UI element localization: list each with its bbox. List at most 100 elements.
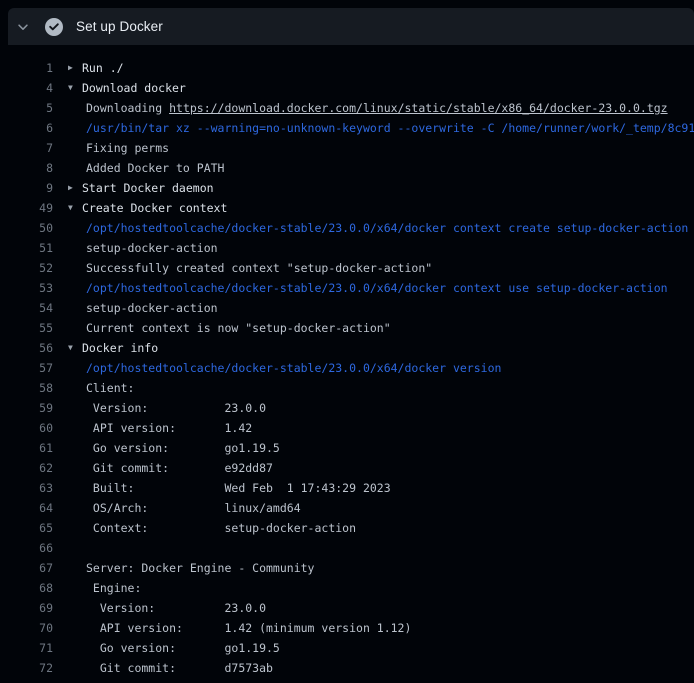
gutter-spacer [68,238,82,258]
line-number[interactable]: 72 [0,658,53,678]
line-number[interactable]: 66 [0,538,53,558]
log-text: OS/Arch: linux/amd64 [82,498,301,518]
line-number[interactable]: 70 [0,618,53,638]
group-expanded-icon[interactable]: ▼ [68,198,82,218]
log-line: 5 Downloading https://download.docker.com… [0,98,694,118]
group-expanded-icon[interactable]: ▼ [68,78,82,98]
log-group-row[interactable]: 56 ▼Docker info [0,338,694,358]
line-number[interactable]: 4 [0,78,53,98]
line-number[interactable]: 51 [0,238,53,258]
log-line: 51setup-docker-action [0,238,694,258]
line-number[interactable]: 65 [0,518,53,538]
line-number[interactable]: 1 [0,58,53,78]
log-text: Go version: go1.19.5 [82,638,280,658]
line-number[interactable]: 53 [0,278,53,298]
line-number[interactable]: 9 [0,178,53,198]
gutter-spacer [68,658,82,678]
log-group-row[interactable]: 9 ▶Start Docker daemon [0,178,694,198]
log-group-row[interactable]: 1 ▶Run ./ [0,58,694,78]
log-line: 52 Successfully created context "setup-do… [0,258,694,278]
log-group-row[interactable]: 4 ▼Download docker [0,78,694,98]
group-title[interactable]: Docker info [82,338,158,358]
line-number[interactable]: 5 [0,98,53,118]
line-number[interactable]: 8 [0,158,53,178]
line-number[interactable]: 63 [0,478,53,498]
line-number[interactable]: 59 [0,398,53,418]
log-line: 59 Version: 23.0.0 [0,398,694,418]
line-number[interactable]: 64 [0,498,53,518]
group-expanded-icon[interactable]: ▼ [68,338,82,358]
gutter-spacer [68,498,82,518]
gutter-spacer [68,418,82,438]
step-title: Set up Docker [76,19,163,34]
gutter-spacer [68,618,82,638]
log-text [82,538,86,558]
gutter-spacer [68,118,82,138]
gutter-spacer [68,158,82,178]
line-number[interactable]: 56 [0,338,53,358]
line-number[interactable]: 57 [0,358,53,378]
log-text: Engine: [82,578,141,598]
command-text: /opt/hostedtoolcache/docker-stable/23.0.… [82,278,668,298]
log-text: Added Docker to PATH [82,158,224,178]
gutter-spacer [68,258,82,278]
log-line: 65 Context: setup-docker-action [0,518,694,538]
group-collapsed-icon[interactable]: ▶ [68,58,82,78]
actions-log-viewer: Set up Docker 1▶Run ./4▼Download docker5… [0,0,694,683]
log-group-row[interactable]: 49 ▼Create Docker context [0,198,694,218]
line-number[interactable]: 54 [0,298,53,318]
log-line: 58Client: [0,378,694,398]
line-number[interactable]: 60 [0,418,53,438]
log-line: 63 Built: Wed Feb 1 17:43:29 2023 [0,478,694,498]
gutter-spacer [68,558,82,578]
log-text: setup-docker-action [82,298,218,318]
group-title[interactable]: Download docker [82,78,186,98]
log-line: 57/opt/hostedtoolcache/docker-stable/23.… [0,358,694,378]
log-text: Downloading https://download.docker.com/… [82,98,668,118]
line-number[interactable]: 58 [0,378,53,398]
log-text: Context: setup-docker-action [82,518,356,538]
line-number[interactable]: 49 [0,198,53,218]
step-expand-toggle[interactable] [8,8,38,45]
log-line: 61 Go version: go1.19.5 [0,438,694,458]
line-number[interactable]: 61 [0,438,53,458]
line-number[interactable]: 67 [0,558,53,578]
log-text: API version: 1.42 [82,418,252,438]
line-number[interactable]: 50 [0,218,53,238]
line-number[interactable]: 6 [0,118,53,138]
group-title[interactable]: Create Docker context [82,198,227,218]
log-line: 68 Engine: [0,578,694,598]
command-text: /opt/hostedtoolcache/docker-stable/23.0.… [82,218,688,238]
gutter-spacer [68,398,82,418]
group-title[interactable]: Run ./ [82,58,124,78]
log-text: Built: Wed Feb 1 17:43:29 2023 [82,478,391,498]
line-number[interactable]: 68 [0,578,53,598]
line-number[interactable]: 52 [0,258,53,278]
gutter-spacer [68,578,82,598]
log-text: Go version: go1.19.5 [82,438,280,458]
log-text: Successfully created context "setup-dock… [82,258,432,278]
group-collapsed-icon[interactable]: ▶ [68,178,82,198]
download-url-link[interactable]: https://download.docker.com/linux/static… [169,101,668,115]
log-text: Git commit: d7573ab [82,658,273,678]
line-number[interactable]: 7 [0,138,53,158]
log-line: 64 OS/Arch: linux/amd64 [0,498,694,518]
line-number[interactable]: 71 [0,638,53,658]
log-text: Fixing perms [82,138,169,158]
line-number[interactable]: 69 [0,598,53,618]
log-line: 7 Fixing perms [0,138,694,158]
gutter-spacer [68,518,82,538]
group-title[interactable]: Start Docker daemon [82,178,214,198]
gutter-spacer [68,478,82,498]
line-number[interactable]: 55 [0,318,53,338]
log-line: 55Current context is now "setup-docker-a… [0,318,694,338]
gutter-spacer [68,318,82,338]
gutter-spacer [68,598,82,618]
line-number[interactable]: 62 [0,458,53,478]
log-line: 62 Git commit: e92dd87 [0,458,694,478]
log-line: 67Server: Docker Engine - Community [0,558,694,578]
log-text: Version: 23.0.0 [82,598,266,618]
log-text: Version: 23.0.0 [82,398,266,418]
log-line: 6/usr/bin/tar xz --warning=no-unknown-ke… [0,118,694,138]
step-header-setup-docker[interactable]: Set up Docker [8,8,694,45]
